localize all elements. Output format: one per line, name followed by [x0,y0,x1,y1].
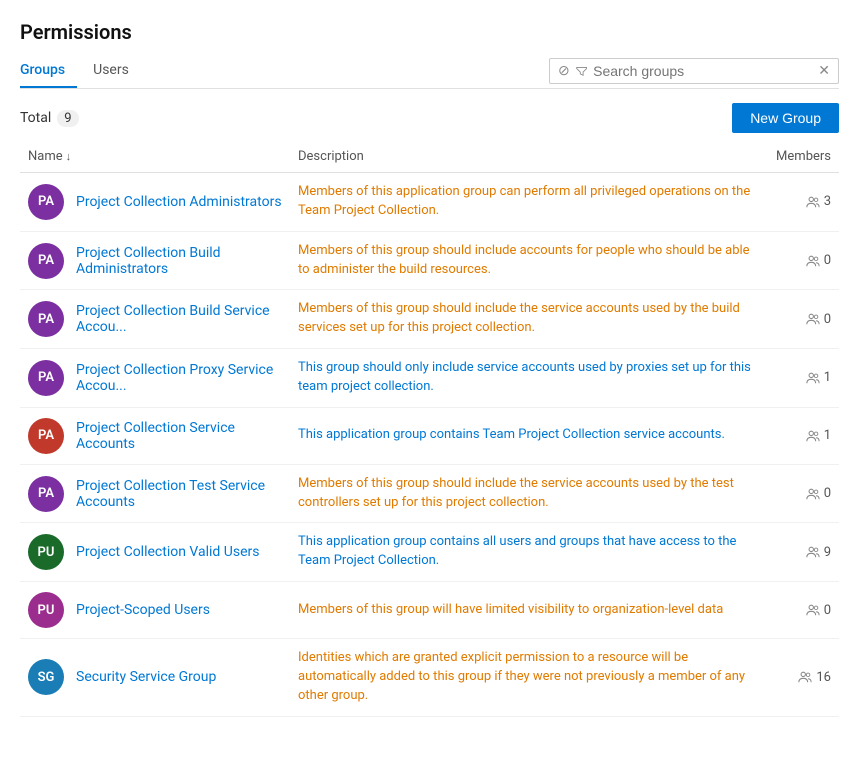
group-name-link[interactable]: Project-Scoped Users [76,602,210,618]
name-cell: PA Project Collection Build Administrato… [28,243,282,279]
page-title: Permissions [20,20,839,44]
sort-icon: ↓ [66,150,72,163]
group-name-link[interactable]: Project Collection Build Service Accou..… [76,303,282,335]
column-header-description: Description [290,143,759,173]
column-header-members: Members [759,143,839,173]
description-cell: This application group contains Team Pro… [298,426,751,445]
group-name-link[interactable]: Security Service Group [76,669,216,685]
clear-icon[interactable]: ✕ [818,63,830,79]
group-name-link[interactable]: Project Collection Service Accounts [76,420,282,452]
table-row: PA Project Collection Test Service Accou… [20,464,839,523]
members-icon [806,429,820,443]
members-icon [806,195,820,209]
search-icon: ⊘ [558,63,570,79]
members-cell: 0 [767,486,831,501]
members-cell: 0 [767,312,831,327]
avatar: PA [28,360,64,396]
avatar: PA [28,476,64,512]
header-row: Groups Users ⊘ ✕ [20,54,839,88]
members-icon [806,545,820,559]
toolbar: Total 9 New Group [20,103,839,133]
group-name-link[interactable]: Project Collection Build Administrators [76,245,282,277]
name-cell: PA Project Collection Proxy Service Acco… [28,360,282,396]
table-row: PA Project Collection Administrators Mem… [20,173,839,232]
table-row: PA Project Collection Build Service Acco… [20,290,839,349]
groups-table: Name ↓ Description Members PA Project Co… [20,143,839,717]
description-cell: Members of this group will have limited … [298,601,751,620]
search-box: ⊘ ✕ [549,58,839,84]
tab-divider [20,88,839,89]
members-icon [806,603,820,617]
members-icon [798,670,812,684]
table-row: PA Project Collection Service Accounts T… [20,407,839,464]
new-group-button[interactable]: New Group [732,103,839,133]
description-cell: This group should only include service a… [298,359,751,397]
name-cell: PA Project Collection Test Service Accou… [28,476,282,512]
name-cell: PA Project Collection Administrators [28,184,282,220]
members-icon [806,487,820,501]
group-name-link[interactable]: Project Collection Administrators [76,194,282,210]
group-name-link[interactable]: Project Collection Proxy Service Accou..… [76,362,282,394]
description-cell: Members of this group should include the… [298,300,751,338]
permissions-page: Permissions Groups Users ⊘ ✕ Total 9 New… [0,0,859,763]
avatar: PA [28,243,64,279]
table-row: PU Project Collection Valid Users This a… [20,523,839,582]
avatar: PA [28,184,64,220]
description-cell: Members of this group should include the… [298,475,751,513]
members-icon [806,371,820,385]
tab-groups[interactable]: Groups [20,54,77,88]
column-header-name: Name ↓ [20,143,290,173]
filter-icon [576,64,587,78]
table-row: SG Security Service Group Identities whi… [20,639,839,717]
name-cell: PA Project Collection Build Service Acco… [28,301,282,337]
members-cell: 16 [767,670,831,685]
avatar: PA [28,418,64,454]
description-cell: Identities which are granted explicit pe… [298,649,751,706]
avatar: PU [28,534,64,570]
table-row: PA Project Collection Proxy Service Acco… [20,349,839,408]
members-cell: 0 [767,253,831,268]
avatar: PU [28,592,64,628]
tab-users[interactable]: Users [93,54,141,88]
members-cell: 1 [767,370,831,385]
name-cell: PA Project Collection Service Accounts [28,418,282,454]
description-cell: Members of this group should include acc… [298,242,751,280]
description-cell: This application group contains all user… [298,533,751,571]
name-cell: PU Project Collection Valid Users [28,534,282,570]
members-icon [806,312,820,326]
members-cell: 9 [767,545,831,560]
group-name-link[interactable]: Project Collection Valid Users [76,544,260,560]
search-input[interactable] [593,63,814,79]
name-cell: PU Project-Scoped Users [28,592,282,628]
total-badge: 9 [57,110,78,127]
members-cell: 1 [767,428,831,443]
table-row: PA Project Collection Build Administrato… [20,231,839,290]
avatar: SG [28,659,64,695]
table-row: PU Project-Scoped Users Members of this … [20,582,839,639]
description-cell: Members of this application group can pe… [298,183,751,221]
tabs: Groups Users [20,54,157,88]
members-icon [806,254,820,268]
avatar: PA [28,301,64,337]
members-cell: 3 [767,194,831,209]
members-cell: 0 [767,603,831,618]
total-label: Total 9 [20,110,79,127]
name-cell: SG Security Service Group [28,659,282,695]
group-name-link[interactable]: Project Collection Test Service Accounts [76,478,282,510]
